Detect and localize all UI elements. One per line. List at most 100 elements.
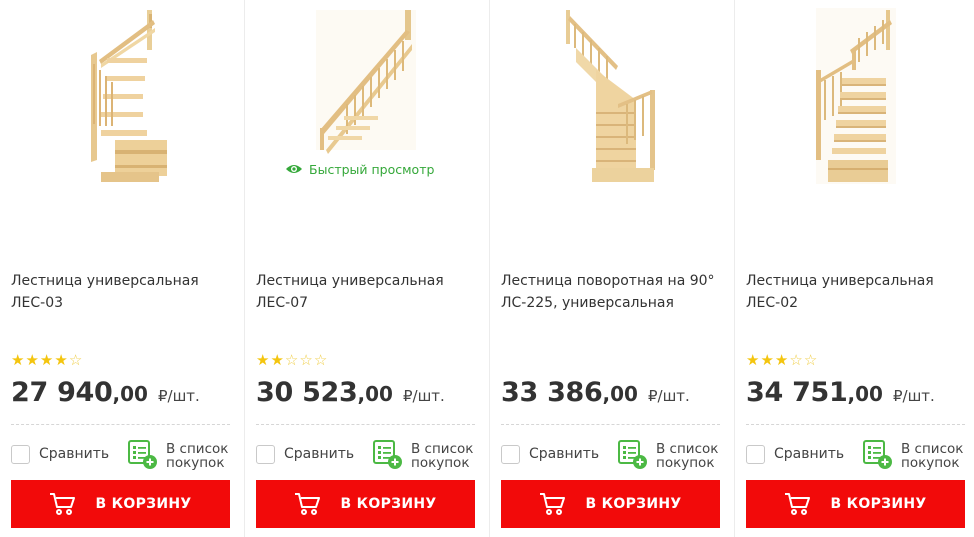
divider [501, 424, 720, 425]
cart-icon [50, 493, 76, 515]
add-to-list-button[interactable]: В список покупок [373, 440, 473, 470]
staircase-image [90, 10, 167, 182]
cart-icon [785, 493, 811, 515]
shoplist-label-line1: В список [901, 441, 964, 457]
staircase-image [565, 10, 655, 182]
compare-control[interactable]: Сравнить [11, 443, 109, 465]
product-image[interactable] [11, 0, 230, 200]
product-title[interactable]: Лестница универсальная ЛЕС-07 [256, 270, 481, 314]
compare-label: Сравнить [39, 446, 110, 462]
product-title-line2: ЛС-225, универсальная [501, 295, 674, 311]
star-filled-icon: ★ [774, 351, 789, 369]
product-price: 27 940 ,00 ₽/шт. [11, 377, 200, 413]
product-title-line1: Лестница универсальная [11, 273, 199, 289]
price-decimal: ,00 [112, 382, 148, 406]
product-title[interactable]: Лестница поворотная на 90° ЛС-225, униве… [501, 270, 726, 314]
product-image[interactable] [501, 0, 720, 200]
compare-control[interactable]: Сравнить [256, 443, 354, 465]
quick-view-link[interactable]: Быстрый просмотр [285, 160, 434, 178]
compare-checkbox[interactable] [11, 444, 30, 464]
price-integer: 30 523 [256, 377, 358, 408]
price-unit: ₽/шт. [402, 387, 445, 405]
add-to-cart-button[interactable]: В КОРЗИНУ [501, 480, 720, 528]
product-price: 33 386 ,00 ₽/шт. [501, 377, 690, 413]
cart-icon [295, 493, 321, 515]
compare-label: Сравнить [529, 446, 600, 462]
product-price: 30 523 ,00 ₽/шт. [256, 377, 445, 413]
compare-checkbox[interactable] [746, 444, 765, 464]
cart-button-label: В КОРЗИНУ [95, 496, 192, 512]
add-to-list-button[interactable]: В список покупок [618, 440, 718, 470]
product-title-line2: ЛЕС-07 [256, 295, 309, 311]
star-filled-icon: ★ [54, 351, 68, 369]
product-card: Лестница универсальная ЛЕС-02 ★ ★ ★ ☆ ☆ … [735, 0, 974, 537]
product-title-line1: Лестница поворотная на 90° [501, 273, 715, 289]
price-unit: ₽/шт. [157, 387, 200, 405]
product-image[interactable] [746, 0, 965, 200]
quick-view-label: Быстрый просмотр [309, 161, 435, 177]
cart-button-label: В КОРЗИНУ [340, 496, 437, 512]
shopping-list-icon [373, 440, 402, 469]
shopping-list-icon [128, 440, 157, 469]
rating-stars: ★ ★ ☆ ☆ ☆ [256, 352, 327, 368]
price-integer: 34 751 [746, 377, 848, 408]
star-filled-icon: ★ [11, 351, 25, 369]
add-to-list-button[interactable]: В список покупок [128, 440, 228, 470]
product-title-line1: Лестница универсальная [746, 273, 934, 289]
divider [746, 424, 965, 425]
star-empty-icon: ☆ [313, 351, 328, 369]
product-grid: Лестница универсальная ЛЕС-03 ★ ★ ★ ★ ☆ … [0, 0, 974, 537]
shopping-list-icon [618, 440, 647, 469]
shoplist-label-line2: покупок [901, 455, 960, 471]
cart-button-label: В КОРЗИНУ [585, 496, 682, 512]
star-empty-icon: ☆ [789, 351, 803, 369]
shoplist-label-line2: покупок [656, 455, 715, 471]
shopping-list-icon [863, 440, 892, 469]
eye-icon [286, 165, 302, 173]
compare-control[interactable]: Сравнить [501, 443, 599, 465]
star-empty-icon: ☆ [284, 351, 299, 369]
star-filled-icon: ★ [760, 351, 774, 369]
shoplist-label-line1: В список [411, 441, 474, 457]
cart-button-label: В КОРЗИНУ [830, 496, 927, 512]
star-filled-icon: ★ [256, 351, 270, 369]
star-empty-icon: ☆ [299, 351, 313, 369]
price-unit: ₽/шт. [892, 387, 935, 405]
shoplist-label-line2: покупок [166, 455, 225, 471]
rating-stars: ★ ★ ★ ☆ ☆ [746, 352, 817, 368]
rating-stars: ★ ★ ★ ★ ☆ [11, 352, 82, 368]
star-empty-icon: ☆ [68, 351, 83, 369]
divider [11, 424, 230, 425]
divider [256, 424, 475, 425]
compare-control[interactable]: Сравнить [746, 443, 844, 465]
star-filled-icon: ★ [746, 351, 760, 369]
add-to-list-button[interactable]: В список покупок [863, 440, 963, 470]
star-filled-icon: ★ [25, 351, 39, 369]
compare-label: Сравнить [774, 446, 845, 462]
product-title[interactable]: Лестница универсальная ЛЕС-03 [11, 270, 236, 314]
add-to-cart-button[interactable]: В КОРЗИНУ [11, 480, 230, 528]
price-integer: 27 940 [11, 377, 113, 408]
add-to-cart-button[interactable]: В КОРЗИНУ [746, 480, 965, 528]
product-title[interactable]: Лестница универсальная ЛЕС-02 [746, 270, 971, 314]
price-decimal: ,00 [847, 382, 883, 406]
product-card: Быстрый просмотр Лестница универсальная … [245, 0, 490, 537]
cart-icon [540, 493, 566, 515]
star-empty-icon: ☆ [803, 351, 818, 369]
staircase-image [815, 8, 896, 184]
price-decimal: ,00 [602, 382, 638, 406]
compare-checkbox[interactable] [256, 444, 275, 464]
product-title-line2: ЛЕС-02 [746, 295, 799, 311]
price-integer: 33 386 [501, 377, 603, 408]
product-card: Лестница универсальная ЛЕС-03 ★ ★ ★ ★ ☆ … [0, 0, 245, 537]
add-to-cart-button[interactable]: В КОРЗИНУ [256, 480, 475, 528]
star-filled-icon: ★ [270, 351, 284, 369]
price-decimal: ,00 [357, 382, 393, 406]
shoplist-label-line1: В список [166, 441, 229, 457]
product-title-line1: Лестница универсальная [256, 273, 444, 289]
staircase-image [315, 10, 416, 154]
compare-checkbox[interactable] [501, 444, 520, 464]
star-filled-icon: ★ [39, 351, 54, 369]
price-unit: ₽/шт. [647, 387, 690, 405]
shoplist-label-line1: В список [656, 441, 719, 457]
